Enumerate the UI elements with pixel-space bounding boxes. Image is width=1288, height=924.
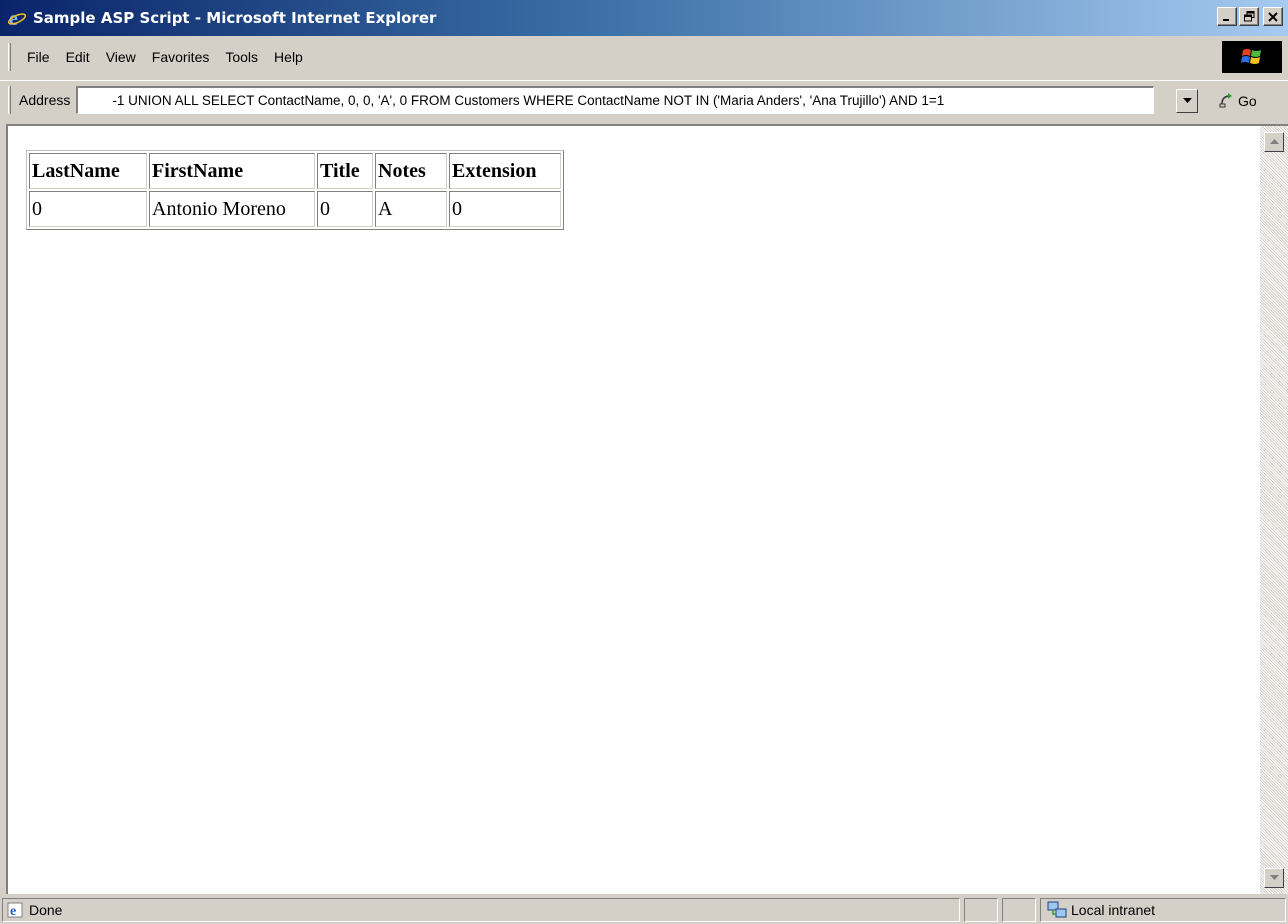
- cell-notes: A: [375, 191, 447, 227]
- menu-help[interactable]: Help: [266, 45, 311, 69]
- header-notes: Notes: [375, 153, 447, 189]
- go-button[interactable]: Go: [1218, 89, 1257, 113]
- zone-label: Local intranet: [1071, 902, 1156, 918]
- scroll-down-icon[interactable]: [1264, 868, 1284, 888]
- status-main: e Done: [2, 898, 960, 922]
- menu-edit[interactable]: Edit: [58, 45, 98, 69]
- toolbar-grip[interactable]: [8, 43, 11, 71]
- table-row: 0 Antonio Moreno 0 A 0: [29, 191, 561, 227]
- address-dropdown-icon[interactable]: [1176, 89, 1198, 113]
- address-grip[interactable]: [8, 85, 11, 114]
- status-text: Done: [29, 902, 63, 918]
- menu-bar: File Edit View Favorites Tools Help: [0, 38, 1288, 76]
- svg-text:e: e: [9, 8, 18, 28]
- menu-view[interactable]: View: [98, 45, 144, 69]
- address-label: Address: [19, 91, 71, 108]
- menu-tools[interactable]: Tools: [217, 45, 266, 69]
- title-bar: e Sample ASP Script - Microsoft Internet…: [0, 0, 1288, 36]
- page-body: LastName FirstName Title Notes Extension…: [8, 126, 1260, 894]
- page-viewport: LastName FirstName Title Notes Extension…: [6, 124, 1288, 894]
- cell-extension: 0: [449, 191, 561, 227]
- restore-icon[interactable]: [1239, 7, 1259, 26]
- address-bar: Address -1 UNION ALL SELECT ContactName,…: [0, 80, 1288, 118]
- go-arrow-icon: [1218, 91, 1236, 112]
- header-title: Title: [317, 153, 373, 189]
- svg-text:e: e: [10, 904, 16, 918]
- vertical-scrollbar[interactable]: [1260, 126, 1288, 894]
- page-done-icon: e: [7, 902, 23, 918]
- header-lastname: LastName: [29, 153, 147, 189]
- menu-file[interactable]: File: [19, 45, 58, 69]
- minimize-icon[interactable]: [1217, 7, 1237, 26]
- address-input[interactable]: -1 UNION ALL SELECT ContactName, 0, 0, '…: [76, 85, 1155, 114]
- header-extension: Extension: [449, 153, 561, 189]
- ie-logo-icon: e: [6, 7, 28, 29]
- status-bar: e Done Local intranet: [0, 896, 1288, 924]
- menu-favorites[interactable]: Favorites: [144, 45, 218, 69]
- results-table: LastName FirstName Title Notes Extension…: [26, 150, 564, 230]
- cell-title: 0: [317, 191, 373, 227]
- close-icon[interactable]: [1263, 7, 1283, 26]
- cell-firstname: Antonio Moreno: [149, 191, 315, 227]
- cell-lastname: 0: [29, 191, 147, 227]
- status-cell-1: [964, 898, 998, 922]
- security-zone: Local intranet: [1040, 898, 1286, 922]
- scroll-up-icon[interactable]: [1264, 132, 1284, 152]
- windows-logo-icon: [1222, 41, 1282, 73]
- go-label: Go: [1238, 93, 1257, 109]
- table-header-row: LastName FirstName Title Notes Extension: [29, 153, 561, 189]
- local-intranet-icon: [1047, 901, 1067, 919]
- status-cell-2: [1002, 898, 1036, 922]
- window-title: Sample ASP Script - Microsoft Internet E…: [33, 9, 437, 27]
- header-firstname: FirstName: [149, 153, 315, 189]
